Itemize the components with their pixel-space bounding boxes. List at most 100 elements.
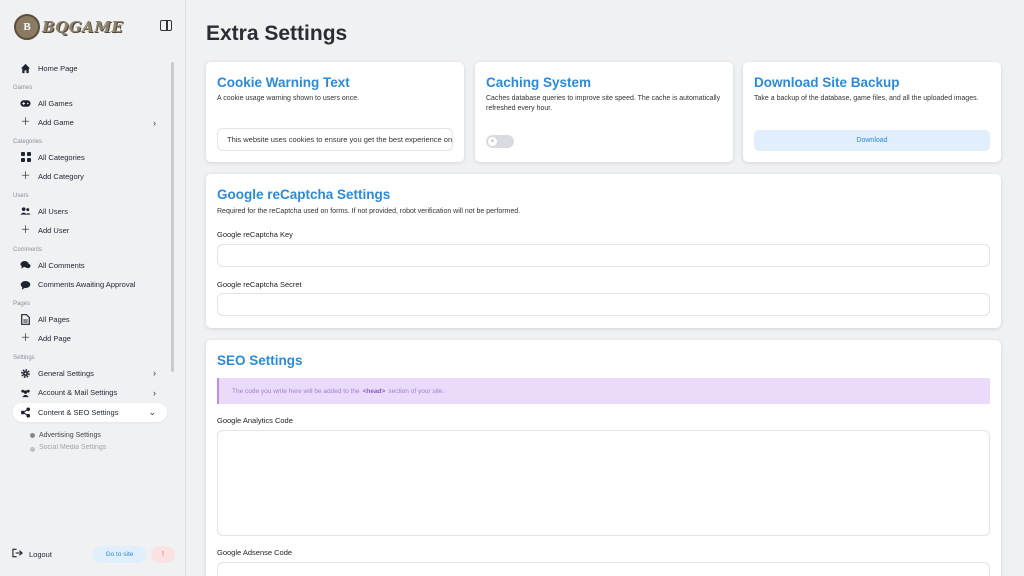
sidebar-item-account-mail-settings[interactable]: Account & Mail Settings › [0, 383, 170, 403]
bullet-icon [30, 447, 35, 452]
adsense-code-textarea[interactable] [217, 562, 990, 576]
recaptcha-secret-label: Google reCaptcha Secret [217, 280, 302, 289]
bullet-icon [30, 432, 35, 438]
recaptcha-secret-input[interactable] [217, 293, 990, 316]
sidebar-nav: Home Page Games All Games ＋ Add Game › C… [0, 59, 170, 459]
sidebar-item-all-users[interactable]: All Users [0, 202, 170, 222]
sidebar-item-label: Add User [38, 226, 70, 236]
section-label-comments: Comments [13, 246, 43, 253]
recaptcha-key-label: Google reCaptcha Key [217, 230, 293, 239]
sidebar-item-label: All Pages [38, 314, 70, 324]
sidebar-scrollbar[interactable] [171, 62, 174, 372]
cookie-warning-card: Cookie Warning Text A cookie usage warni… [206, 62, 464, 162]
toggle-off-icon: × [488, 137, 497, 146]
notice-prefix: The code you write here will be added to… [232, 387, 360, 395]
sidebar-collapse-icon[interactable] [160, 20, 172, 31]
section-label-categories: Categories [13, 138, 43, 145]
sidebar-item-label: Home Page [38, 64, 78, 74]
seo-settings-card: SEO Settings The code you write here wil… [206, 340, 1001, 576]
chevron-right-icon: › [153, 368, 156, 379]
download-backup-button[interactable]: Download [754, 130, 990, 151]
adsense-code-label: Google Adsense Code [217, 548, 293, 557]
head-code-notice: The code you write here will be added to… [217, 378, 990, 404]
plus-icon: ＋ [20, 332, 31, 344]
sidebar-item-label: Add Category [38, 172, 84, 182]
sidebar-item-content-seo-settings[interactable]: Content & SEO Settings ⌄ [13, 402, 167, 422]
sidebar-item-label: All Games [38, 98, 73, 108]
logo[interactable]: B BQGAME [14, 12, 180, 42]
site-backup-card: Download Site Backup Take a backup of th… [743, 62, 1001, 162]
section-label-users: Users [13, 192, 29, 199]
share-icon [20, 407, 31, 418]
caching-card-desc: Caches database queries to improve site … [486, 95, 721, 112]
sidebar-item-all-pages[interactable]: All Pages [0, 310, 170, 330]
cookie-text-input[interactable]: This website uses cookies to ensure you … [217, 128, 453, 151]
seo-card-title: SEO Settings [217, 353, 303, 368]
chevron-right-icon: › [153, 387, 156, 398]
sidebar-item-add-page[interactable]: ＋ Add Page [0, 329, 170, 349]
sidebar-item-label: Add Game [38, 118, 74, 128]
gear-icon [20, 368, 31, 379]
sidebar-item-label: All Comments [38, 260, 85, 270]
home-icon [20, 63, 31, 74]
recaptcha-settings-card: Google reCaptcha Settings Required for t… [206, 174, 1001, 328]
caching-card-title: Caching System [486, 75, 592, 90]
sidebar-item-label: All Categories [38, 152, 85, 162]
caching-toggle[interactable]: × [486, 135, 514, 148]
sidebar-item-label: Comments Awaiting Approval [38, 280, 136, 290]
logout-label: Logout [29, 550, 52, 559]
sidebar-item-label: Content & SEO Settings [38, 407, 119, 417]
sidebar-item-label: General Settings [38, 368, 94, 378]
sidebar-item-all-games[interactable]: All Games [0, 94, 170, 114]
plus-icon: ＋ [20, 116, 31, 128]
notice-head-tag: <head> [362, 387, 386, 395]
cookie-card-title: Cookie Warning Text [217, 75, 350, 90]
grid-icon [20, 152, 31, 163]
sidebar-item-label: All Users [38, 206, 69, 216]
comment-pending-icon [20, 279, 31, 290]
sidebar-subitem-advertising-settings[interactable]: Advertising Settings [0, 426, 170, 444]
sidebar: B BQGAME Home Page Games All Games ＋ Add… [0, 0, 186, 576]
sidebar-subitem-label: Social Media Settings [39, 444, 107, 451]
sidebar-item-home[interactable]: Home Page [0, 59, 170, 79]
analytics-code-label: Google Analytics Code [217, 416, 293, 425]
sidebar-item-all-categories[interactable]: All Categories [0, 148, 170, 168]
section-label-games: Games [13, 84, 33, 91]
alert-button[interactable]: ! [151, 546, 175, 563]
sidebar-item-add-user[interactable]: ＋ Add User [0, 221, 170, 241]
section-label-pages: Pages [13, 300, 31, 307]
comments-icon [20, 260, 31, 271]
sidebar-item-add-category[interactable]: ＋ Add Category [0, 167, 170, 187]
sidebar-item-comments-awaiting[interactable]: Comments Awaiting Approval [0, 275, 170, 295]
recaptcha-card-title: Google reCaptcha Settings [217, 187, 391, 202]
backup-card-title: Download Site Backup [754, 75, 900, 90]
sidebar-item-label: Add Page [38, 334, 71, 344]
sidebar-item-all-comments[interactable]: All Comments [0, 256, 170, 276]
document-icon [20, 313, 31, 325]
gamepad-icon [20, 98, 31, 109]
go-to-site-button[interactable]: Go to site [93, 546, 146, 563]
sidebar-item-add-game[interactable]: ＋ Add Game › [0, 113, 170, 133]
logo-text: BQGAME [42, 18, 124, 36]
recaptcha-card-desc: Required for the reCaptcha used on forms… [217, 208, 521, 215]
logout-button[interactable]: Logout [12, 548, 52, 561]
sidebar-subitem-social-media-settings[interactable]: Social Media Settings [0, 444, 170, 456]
chevron-right-icon: › [153, 117, 156, 128]
sidebar-item-general-settings[interactable]: General Settings › [0, 364, 170, 384]
logo-badge: B [14, 14, 40, 40]
notice-suffix: section of your site. [388, 387, 445, 395]
caching-system-card: Caching System Caches database queries t… [475, 62, 733, 162]
analytics-code-textarea[interactable] [217, 430, 990, 536]
logout-icon [12, 548, 23, 561]
users-icon [20, 206, 31, 217]
sidebar-subitem-label: Advertising Settings [39, 431, 101, 439]
backup-card-desc: Take a backup of the database, game file… [754, 95, 979, 102]
recaptcha-key-input[interactable] [217, 244, 990, 267]
plus-icon: ＋ [20, 224, 31, 236]
plus-icon: ＋ [20, 170, 31, 182]
users-gear-icon [20, 387, 31, 398]
sidebar-item-label: Account & Mail Settings [38, 388, 118, 398]
chevron-down-icon: ⌄ [148, 406, 156, 417]
cookie-card-desc: A cookie usage warning shown to users on… [217, 95, 360, 102]
section-label-settings: Settings [13, 354, 35, 361]
